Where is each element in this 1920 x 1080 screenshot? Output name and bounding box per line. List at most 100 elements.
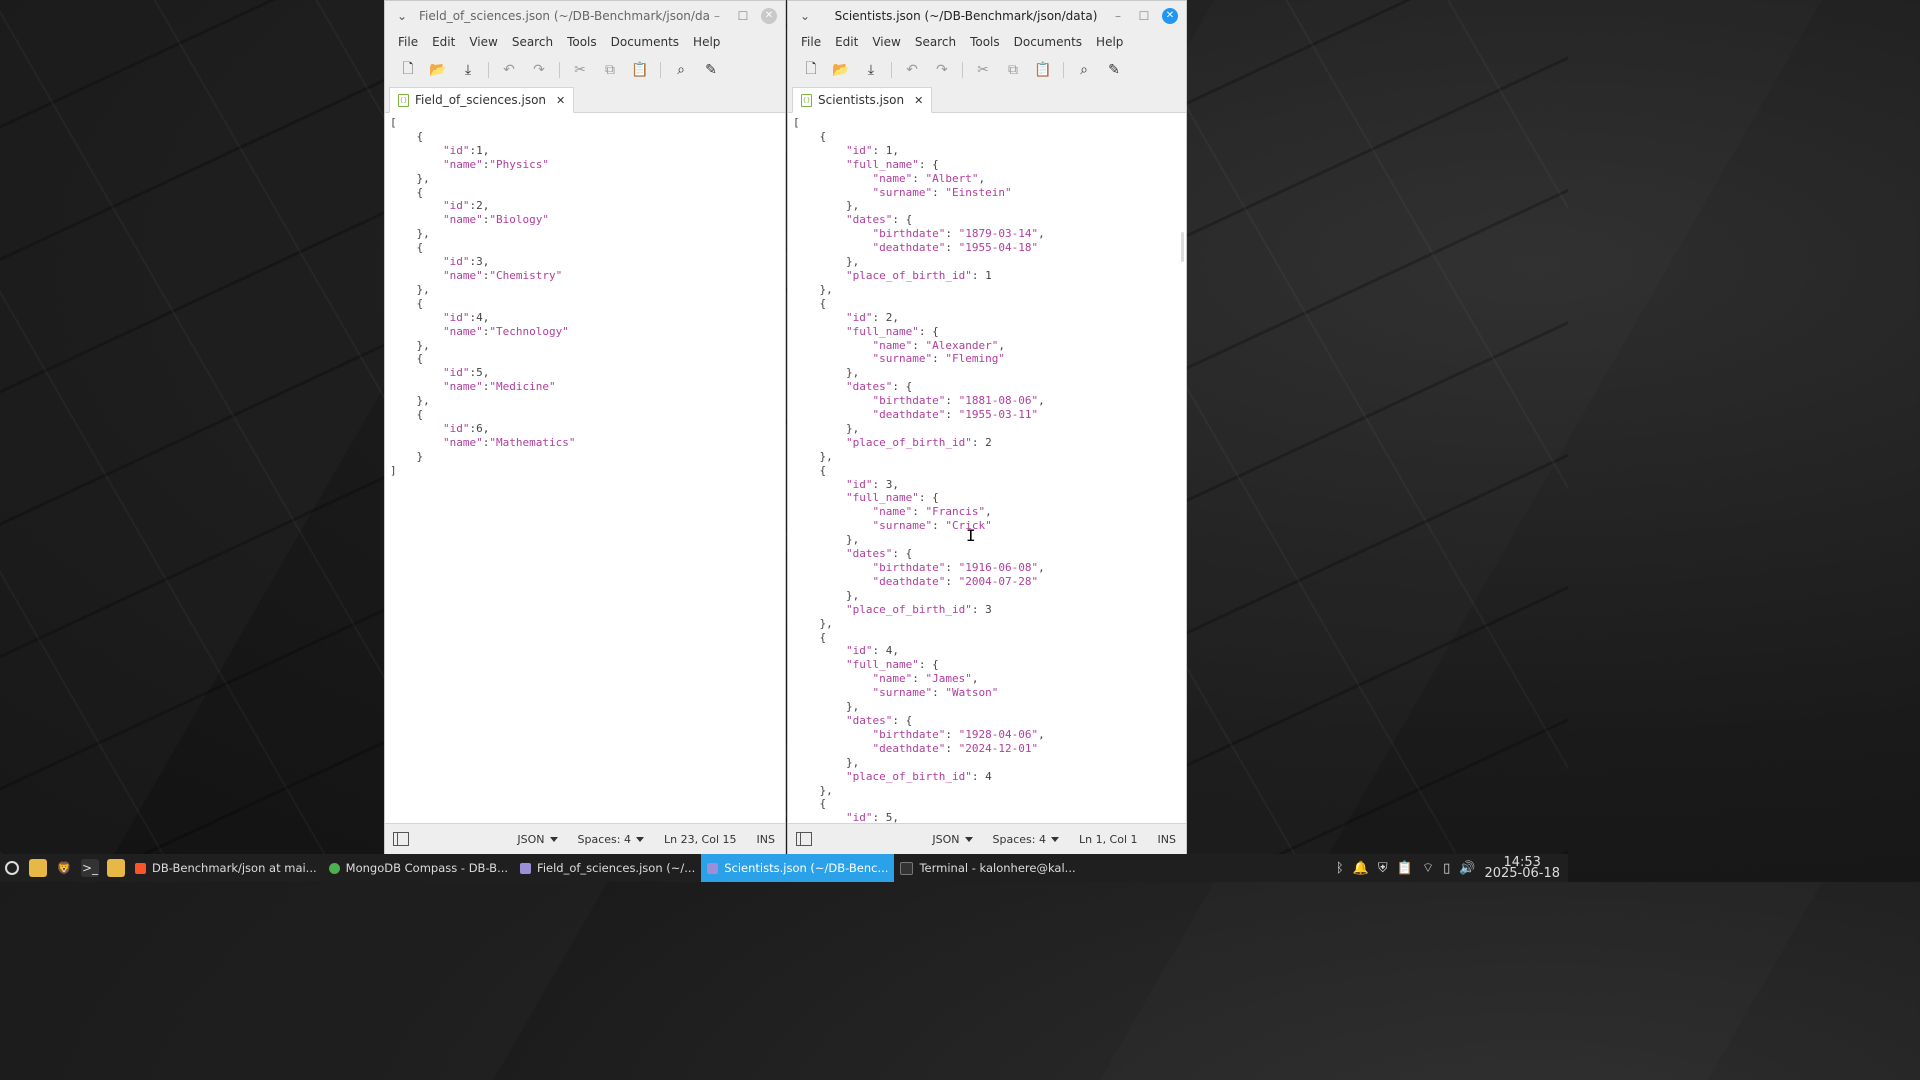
tab-field-of-sciences[interactable]: {} Field_of_sciences.json ✕ [389, 87, 575, 113]
menu-help[interactable]: Help [686, 35, 727, 49]
cut-icon[interactable]: ✂ [968, 56, 998, 84]
clock[interactable]: 14:53 2025-06-18 [1484, 856, 1560, 880]
language-selector[interactable]: JSON [507, 833, 567, 846]
json-file-icon: {} [801, 93, 812, 107]
editor-window-scientists[interactable]: ⌄ Scientists.json (~/DB-Benchmark/json/d… [787, 0, 1187, 855]
titlebar[interactable]: ⌄ Scientists.json (~/DB-Benchmark/json/d… [788, 1, 1186, 30]
paste-icon[interactable]: 📋 [1028, 56, 1058, 84]
search-icon[interactable]: ⌕ [1069, 56, 1099, 84]
task-browser[interactable]: DB-Benchmark/json at mai... [129, 854, 323, 882]
language-selector[interactable]: JSON [922, 833, 982, 846]
menu-edit[interactable]: Edit [425, 35, 462, 49]
menu-view[interactable]: View [865, 35, 907, 49]
taskbar: 🦁 >_ DB-Benchmark/json at mai... MongoDB… [0, 854, 1568, 882]
tab-scientists[interactable]: {} Scientists.json ✕ [792, 87, 933, 113]
brave-browser-icon[interactable]: 🦁 [55, 859, 73, 877]
toolbar-separator [559, 62, 560, 78]
code-content: [ { "id":1, "name":"Physics" }, { "id":2… [390, 116, 576, 477]
close-button[interactable]: ✕ [761, 7, 777, 24]
menu-search[interactable]: Search [908, 35, 963, 49]
find-replace-icon[interactable]: ✎ [696, 56, 726, 84]
menu-edit[interactable]: Edit [828, 35, 865, 49]
tab-label: Scientists.json [818, 93, 905, 107]
window-menu-chevron-icon[interactable]: ⌄ [788, 9, 822, 23]
tab-close-icon[interactable]: ✕ [914, 94, 923, 107]
shield-icon[interactable]: ⛨ [1378, 861, 1388, 876]
undo-icon[interactable]: ↶ [897, 56, 927, 84]
menubar: File Edit View Search Tools Documents He… [385, 30, 785, 54]
menu-file[interactable]: File [391, 35, 425, 49]
file-manager-icon[interactable] [29, 859, 47, 877]
toolbar-separator [660, 62, 661, 78]
wifi-icon[interactable]: ⌔ [1422, 860, 1434, 876]
titlebar[interactable]: ⌄ Field_of_sciences.json (~/DB-Benchmark… [385, 1, 785, 30]
task-scientists[interactable]: Scientists.json (~/DB-Benc... [701, 854, 895, 882]
brave-browser-icon [135, 862, 146, 874]
indentation-selector[interactable]: Spaces: 4 [983, 833, 1069, 846]
copy-icon[interactable]: ⧉ [595, 56, 625, 84]
terminal-icon[interactable]: >_ [81, 859, 99, 877]
window-title: Scientists.json (~/DB-Benchmark/json/dat… [834, 8, 1098, 23]
task-mongodb-compass[interactable]: MongoDB Compass - DB-B... [323, 854, 514, 882]
save-download-icon[interactable]: ⤓ [453, 56, 483, 84]
menu-tools[interactable]: Tools [560, 35, 604, 49]
notification-bell-icon[interactable]: 🔔 [1353, 861, 1369, 876]
maximize-button[interactable]: ☐ [735, 9, 751, 23]
menu-help[interactable]: Help [1089, 35, 1130, 49]
open-folder-icon[interactable]: 📂 [826, 56, 856, 84]
search-icon[interactable]: ⌕ [666, 56, 696, 84]
bluetooth-icon[interactable]: ᛒ [1336, 861, 1344, 876]
tab-label: Field_of_sciences.json [415, 93, 547, 107]
statusbar: JSON Spaces: 4 Ln 1, Col 1 INS [788, 823, 1186, 854]
minimize-button[interactable]: – [709, 9, 725, 23]
task-field-of-sciences[interactable]: Field_of_sciences.json (~/... [514, 854, 701, 882]
menu-search[interactable]: Search [505, 35, 560, 49]
clipboard-icon[interactable]: 📋 [1397, 861, 1413, 876]
battery-icon[interactable]: ▯ [1443, 861, 1450, 876]
menu-documents[interactable]: Documents [604, 35, 686, 49]
save-download-icon[interactable]: ⤓ [856, 56, 886, 84]
menu-documents[interactable]: Documents [1007, 35, 1089, 49]
close-button[interactable]: ✕ [1162, 7, 1178, 24]
find-replace-icon[interactable]: ✎ [1099, 56, 1129, 84]
tab-bar: {} Scientists.json ✕ [788, 86, 1186, 113]
indentation-selector[interactable]: Spaces: 4 [568, 833, 654, 846]
new-document-icon[interactable]: 🗋 [393, 56, 423, 84]
toolbar-separator [962, 62, 963, 78]
minimize-button[interactable]: – [1110, 9, 1126, 23]
toolbar-separator [891, 62, 892, 78]
json-file-icon: {} [398, 93, 409, 107]
open-folder-icon[interactable]: 📂 [423, 56, 453, 84]
terminal-icon [900, 861, 914, 875]
side-panel-toggle-icon[interactable] [393, 832, 409, 846]
start-menu-icon[interactable] [5, 861, 19, 875]
text-editor-area[interactable]: [ { "id":1, "name":"Physics" }, { "id":2… [385, 114, 785, 824]
menu-tools[interactable]: Tools [963, 35, 1007, 49]
side-panel-toggle-icon[interactable] [796, 832, 812, 846]
paste-icon[interactable]: 📋 [625, 56, 655, 84]
editor-window-field-of-sciences[interactable]: ⌄ Field_of_sciences.json (~/DB-Benchmark… [384, 0, 786, 855]
new-document-icon[interactable]: 🗋 [796, 56, 826, 84]
maximize-button[interactable]: ☐ [1136, 9, 1152, 23]
insert-mode: INS [1157, 832, 1176, 846]
toolbar: 🗋 📂 ⤓ ↶ ↷ ✂ ⧉ 📋 ⌕ ✎ [385, 54, 785, 86]
menu-file[interactable]: File [794, 35, 828, 49]
text-editor-area[interactable]: [ { "id": 1, "full_name": { "name": "Alb… [788, 114, 1186, 824]
menu-view[interactable]: View [462, 35, 504, 49]
toolbar-separator [1063, 62, 1064, 78]
undo-icon[interactable]: ↶ [494, 56, 524, 84]
copy-icon[interactable]: ⧉ [998, 56, 1028, 84]
toolbar: 🗋 📂 ⤓ ↶ ↷ ✂ ⧉ 📋 ⌕ ✎ [788, 54, 1186, 86]
insert-mode: INS [756, 832, 775, 846]
text-editor-icon [520, 862, 532, 874]
task-terminal[interactable]: Terminal - kalonhere@kal... [894, 854, 1081, 882]
volume-icon[interactable]: 🔊 [1459, 861, 1475, 876]
tab-close-icon[interactable]: ✕ [556, 94, 565, 107]
folder-icon[interactable] [107, 859, 125, 877]
redo-icon[interactable]: ↷ [927, 56, 957, 84]
cut-icon[interactable]: ✂ [565, 56, 595, 84]
cursor-position: Ln 1, Col 1 [1078, 832, 1138, 846]
window-menu-chevron-icon[interactable]: ⌄ [385, 9, 419, 23]
scrollbar[interactable] [1181, 232, 1184, 262]
redo-icon[interactable]: ↷ [524, 56, 554, 84]
